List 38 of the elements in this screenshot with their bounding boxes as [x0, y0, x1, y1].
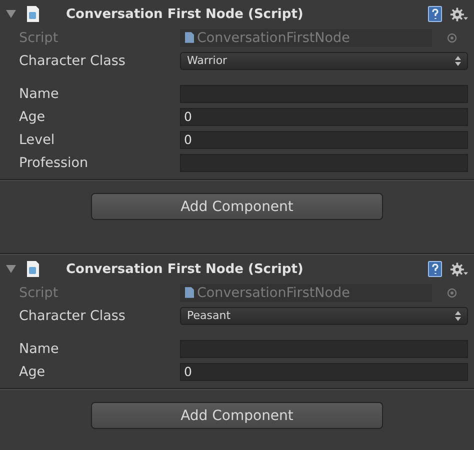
field-label: Name [19, 340, 60, 356]
add-component-button[interactable]: Add Component [91, 402, 383, 429]
input-field[interactable] [180, 154, 468, 172]
script-field: ConversationFirstNode [180, 284, 432, 302]
field-label: Script [19, 284, 60, 300]
add-component-button[interactable]: Add Component [91, 193, 383, 220]
field-label: Age [19, 108, 46, 124]
input-field[interactable] [180, 340, 468, 358]
foldout-icon[interactable] [6, 264, 16, 274]
field-label: Age [19, 364, 46, 380]
input-field[interactable] [180, 84, 468, 102]
input-field[interactable]: 0 [180, 362, 468, 380]
input-field[interactable]: 0 [180, 130, 468, 148]
field-label: Script [19, 30, 60, 46]
help-icon[interactable] [428, 6, 442, 22]
component-title: Conversation First Node (Script) [66, 262, 304, 276]
script-file-icon [26, 260, 40, 278]
script-file-icon [185, 32, 194, 43]
field-label: Level [19, 132, 56, 148]
script-file-icon [185, 287, 194, 298]
object-picker-icon[interactable] [447, 32, 457, 42]
script-file-icon [26, 5, 40, 23]
field-label: Character Class [19, 52, 126, 68]
class-dropdown[interactable]: Warrior [180, 52, 468, 70]
script-field: ConversationFirstNode [180, 28, 432, 46]
input-field[interactable]: 0 [180, 108, 468, 126]
up-down-arrows-icon [455, 310, 461, 320]
foldout-icon[interactable] [6, 9, 16, 19]
object-picker-icon[interactable] [447, 288, 457, 298]
class-dropdown[interactable]: Peasant [180, 306, 468, 324]
settings-icon[interactable] [450, 262, 468, 276]
help-icon[interactable] [428, 261, 442, 277]
field-label: Name [19, 86, 60, 102]
field-label: Character Class [19, 308, 126, 324]
settings-icon[interactable] [450, 6, 468, 22]
up-down-arrows-icon [455, 56, 461, 66]
component-title: Conversation First Node (Script) [66, 6, 304, 22]
field-label: Profession [19, 154, 90, 170]
